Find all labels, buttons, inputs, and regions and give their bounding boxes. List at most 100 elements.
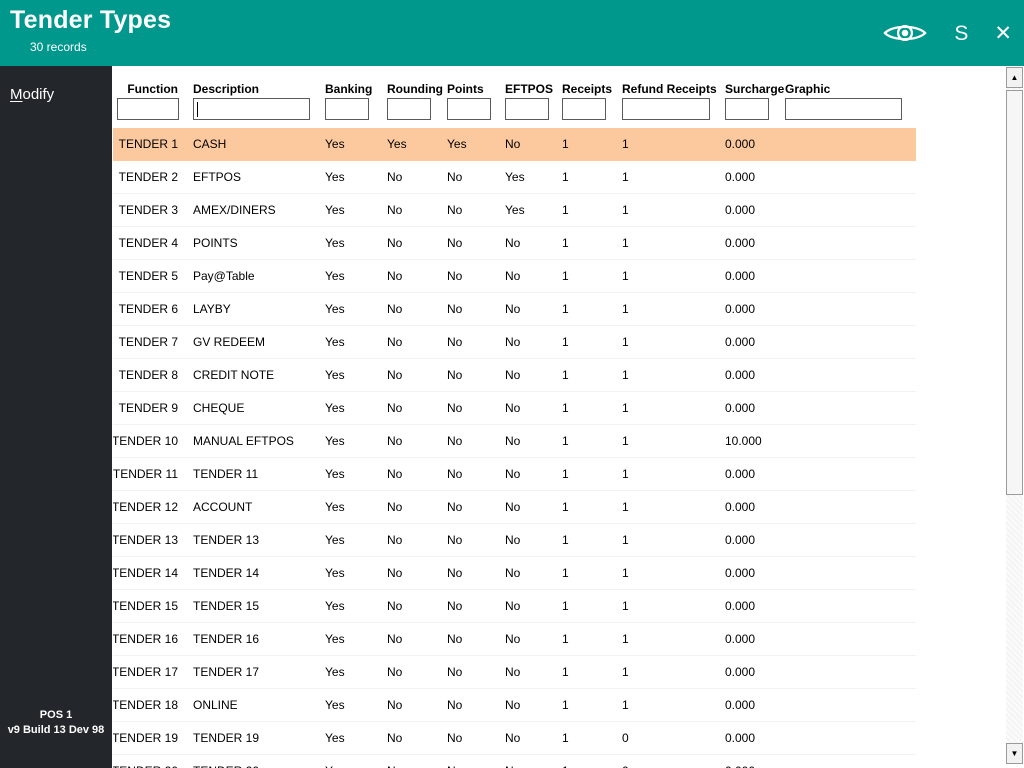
- cell-function: TENDER 2: [113, 161, 193, 193]
- cell-points: No: [447, 590, 505, 622]
- filter-row: [113, 98, 916, 124]
- scroll-up-button[interactable]: ▲: [1006, 67, 1023, 88]
- cell-points: No: [447, 623, 505, 655]
- cell-receipts: 1: [562, 656, 622, 688]
- view-eye-button[interactable]: [882, 20, 928, 46]
- table-row[interactable]: TENDER 5Pay@TableYesNoNoNo110.000: [113, 260, 916, 293]
- cell-refund-receipts: 1: [622, 689, 725, 721]
- cell-function: TENDER 12: [113, 491, 193, 523]
- cell-graphic: [785, 425, 916, 457]
- filter-input-banking[interactable]: [325, 98, 369, 120]
- cell-refund-receipts: 1: [622, 194, 725, 226]
- cell-surcharge: 0.000: [725, 557, 785, 589]
- cell-receipts: 1: [562, 227, 622, 259]
- column-header-description[interactable]: Description: [193, 66, 325, 96]
- column-header-refund-receipts[interactable]: Refund Receipts: [622, 66, 725, 96]
- cell-points: No: [447, 722, 505, 754]
- column-header-banking[interactable]: Banking: [325, 66, 387, 96]
- column-header-rounding[interactable]: Rounding: [387, 66, 447, 96]
- cell-graphic: [785, 656, 916, 688]
- cell-graphic: [785, 557, 916, 589]
- cell-receipts: 1: [562, 161, 622, 193]
- table-row[interactable]: TENDER 18ONLINEYesNoNoNo110.000: [113, 689, 916, 722]
- table-row[interactable]: TENDER 15TENDER 15YesNoNoNo110.000: [113, 590, 916, 623]
- table-row[interactable]: TENDER 13TENDER 13YesNoNoNo110.000: [113, 524, 916, 557]
- filter-input-description[interactable]: [193, 98, 310, 120]
- table-row[interactable]: TENDER 3AMEX/DINERSYesNoNoYes110.000: [113, 194, 916, 227]
- filter-input-rounding[interactable]: [387, 98, 431, 120]
- sort-button[interactable]: S: [954, 23, 968, 44]
- cell-description: TENDER 15: [193, 590, 325, 622]
- cell-description: EFTPOS: [193, 161, 325, 193]
- filter-input-graphic[interactable]: [785, 98, 902, 120]
- column-header-eftpos[interactable]: EFTPOS: [505, 66, 562, 96]
- table-row[interactable]: TENDER 1CASHYesYesYesNo110.000: [113, 128, 916, 161]
- pos-name: POS 1: [0, 708, 112, 723]
- cell-banking: Yes: [325, 722, 387, 754]
- scroll-down-button[interactable]: ▼: [1006, 743, 1023, 764]
- cell-surcharge: 0.000: [725, 161, 785, 193]
- close-button[interactable]: ✕: [994, 23, 1012, 44]
- cell-refund-receipts: 1: [622, 128, 725, 160]
- table-row[interactable]: TENDER 9CHEQUEYesNoNoNo110.000: [113, 392, 916, 425]
- scrollbar-thumb[interactable]: [1006, 90, 1023, 495]
- cell-surcharge: 0.000: [725, 623, 785, 655]
- cell-points: No: [447, 524, 505, 556]
- column-header-graphic[interactable]: Graphic: [785, 66, 916, 96]
- table-row[interactable]: TENDER 4POINTSYesNoNoNo110.000: [113, 227, 916, 260]
- cell-graphic: [785, 458, 916, 490]
- table-row[interactable]: TENDER 19TENDER 19YesNoNoNo100.000: [113, 722, 916, 755]
- filter-input-receipts[interactable]: [562, 98, 606, 120]
- cell-rounding: No: [387, 623, 447, 655]
- cell-rounding: No: [387, 557, 447, 589]
- cell-refund-receipts: 1: [622, 392, 725, 424]
- cell-banking: Yes: [325, 425, 387, 457]
- table-row[interactable]: TENDER 12ACCOUNTYesNoNoNo110.000: [113, 491, 916, 524]
- cell-points: No: [447, 425, 505, 457]
- cell-function: TENDER 4: [113, 227, 193, 259]
- column-header-receipts[interactable]: Receipts: [562, 66, 622, 96]
- column-header-surcharge[interactable]: Surcharge: [725, 66, 785, 96]
- filter-input-points[interactable]: [447, 98, 491, 120]
- cell-function: TENDER 6: [113, 293, 193, 325]
- cell-function: TENDER 10: [113, 425, 193, 457]
- cell-points: No: [447, 557, 505, 589]
- cell-receipts: 1: [562, 425, 622, 457]
- cell-receipts: 1: [562, 491, 622, 523]
- filter-input-refund-receipts[interactable]: [622, 98, 710, 120]
- cell-function: TENDER 7: [113, 326, 193, 358]
- filter-input-eftpos[interactable]: [505, 98, 549, 120]
- filter-input-function[interactable]: [117, 98, 179, 120]
- table-row[interactable]: TENDER 7GV REDEEMYesNoNoNo110.000: [113, 326, 916, 359]
- cell-eftpos: Yes: [505, 194, 562, 226]
- table-row[interactable]: TENDER 16TENDER 16YesNoNoNo110.000: [113, 623, 916, 656]
- cell-graphic: [785, 293, 916, 325]
- cell-eftpos: No: [505, 491, 562, 523]
- table-row[interactable]: TENDER 8CREDIT NOTEYesNoNoNo110.000: [113, 359, 916, 392]
- cell-eftpos: No: [505, 128, 562, 160]
- cell-receipts: 1: [562, 689, 622, 721]
- cell-rounding: No: [387, 722, 447, 754]
- cell-points: No: [447, 755, 505, 768]
- cell-function: TENDER 16: [113, 623, 193, 655]
- filter-input-surcharge[interactable]: [725, 98, 769, 120]
- table-row[interactable]: TENDER 6LAYBYYesNoNoNo110.000: [113, 293, 916, 326]
- vertical-scrollbar[interactable]: ▲ ▼: [1006, 67, 1023, 764]
- cell-banking: Yes: [325, 524, 387, 556]
- column-header-function[interactable]: Function: [113, 66, 193, 96]
- table-row[interactable]: TENDER 14TENDER 14YesNoNoNo110.000: [113, 557, 916, 590]
- sidebar-item-modify[interactable]: Modify: [0, 66, 112, 123]
- cell-surcharge: 0.000: [725, 524, 785, 556]
- table-row[interactable]: TENDER 20TENDER 20YesNoNoNo100.000: [113, 755, 916, 768]
- cell-description: MANUAL EFTPOS: [193, 425, 325, 457]
- cell-description: TENDER 14: [193, 557, 325, 589]
- cell-surcharge: 0.000: [725, 656, 785, 688]
- cell-graphic: [785, 161, 916, 193]
- column-header-points[interactable]: Points: [447, 66, 505, 96]
- table-row[interactable]: TENDER 17TENDER 17YesNoNoNo110.000: [113, 656, 916, 689]
- table-row[interactable]: TENDER 2EFTPOSYesNoNoYes110.000: [113, 161, 916, 194]
- table-row[interactable]: TENDER 10MANUAL EFTPOSYesNoNoNo1110.000: [113, 425, 916, 458]
- cell-refund-receipts: 1: [622, 590, 725, 622]
- text-caret: [197, 102, 198, 117]
- table-row[interactable]: TENDER 11TENDER 11YesNoNoNo110.000: [113, 458, 916, 491]
